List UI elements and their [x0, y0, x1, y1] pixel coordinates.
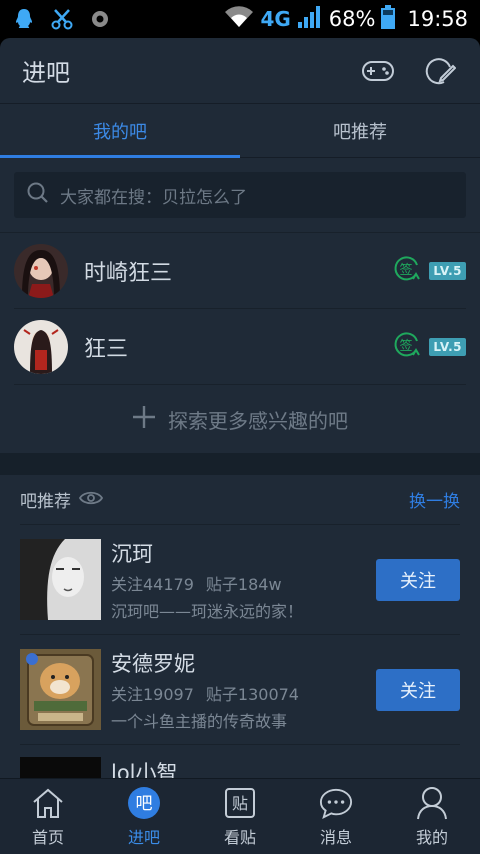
explore-more-button[interactable]: 探索更多感兴趣的吧: [0, 385, 480, 453]
nav-label: 我的: [415, 827, 448, 847]
nav-label: 首页: [31, 827, 64, 847]
list-item[interactable]: 沉珂 关注44179 贴子184w 沉珂吧——珂迷永远的家！ 关注: [20, 525, 460, 635]
bar-name: 时崎狂三: [84, 260, 173, 286]
search-icon: [26, 181, 50, 209]
scissors-icon: [50, 7, 74, 31]
svg-text:签: 签: [400, 338, 413, 354]
follower-count: 关注19097: [111, 684, 194, 704]
nav-label: 看贴: [223, 827, 256, 847]
app-panel: 进吧 我的吧 吧推荐 大家都在搜：贝拉怎么了 时崎狂三 签 LV.5 狂三 签 …: [0, 38, 480, 854]
explore-label: 探索更多感兴趣的吧: [168, 408, 348, 433]
bar-description: 沉珂吧——珂迷永远的家！: [111, 601, 304, 621]
list-item[interactable]: 安德罗妮 关注19097 贴子130074 一个斗鱼主播的传奇故事 关注: [20, 635, 460, 745]
tab-my-bars[interactable]: 我的吧: [0, 104, 240, 157]
svg-text:贴: 贴: [232, 794, 248, 813]
level-badge: LV.5: [429, 261, 466, 280]
follower-count: 关注44179: [111, 574, 194, 594]
bar-name: 安德罗妮: [111, 651, 195, 676]
bar-thumbnail: [20, 649, 101, 730]
network-type: 4G: [260, 7, 291, 31]
bottom-nav: 首页 吧 进吧 贴 看贴 消息 我的: [0, 778, 480, 854]
plus-icon: [132, 405, 156, 434]
recommend-title: 吧推荐: [20, 492, 71, 512]
gamepad-icon[interactable]: [360, 53, 396, 89]
nav-home[interactable]: 首页: [0, 779, 96, 854]
svg-text:吧: 吧: [136, 794, 153, 814]
post-count: 贴子184w: [205, 574, 282, 594]
nav-profile[interactable]: 我的: [384, 779, 480, 854]
post-count: 贴子130074: [205, 684, 299, 704]
bar-thumbnail: [20, 539, 101, 620]
tab-bar: 我的吧 吧推荐: [0, 104, 480, 158]
post-icon: 贴: [223, 786, 257, 820]
refresh-button[interactable]: 换一换: [409, 487, 460, 512]
nav-bar[interactable]: 吧 进吧: [96, 779, 192, 854]
svg-text:签: 签: [400, 262, 413, 278]
message-icon: [319, 786, 353, 820]
list-item[interactable]: 时崎狂三 签 LV.5: [14, 233, 466, 309]
sync-icon: [88, 7, 112, 31]
level-badge: LV.5: [429, 337, 466, 356]
qq-icon: [12, 7, 36, 31]
bar-name: 沉珂: [111, 541, 153, 566]
clock: 19:58: [407, 7, 468, 31]
compose-icon[interactable]: [422, 53, 458, 89]
bar-icon: 吧: [127, 786, 161, 820]
page-title: 进吧: [22, 59, 70, 87]
follow-button[interactable]: 关注: [376, 668, 460, 711]
sign-in-icon[interactable]: 签: [391, 330, 421, 364]
profile-icon: [415, 786, 449, 820]
sign-in-icon[interactable]: 签: [391, 254, 421, 288]
list-item[interactable]: 狂三 签 LV.5: [14, 309, 466, 385]
my-bars-list: 时崎狂三 签 LV.5 狂三 签 LV.5 探索更多感兴趣的吧: [0, 232, 480, 453]
nav-messages[interactable]: 消息: [288, 779, 384, 854]
tab-indicator: [0, 155, 240, 158]
home-icon: [31, 786, 65, 820]
bar-name: 狂三: [84, 336, 129, 362]
app-header: 进吧: [0, 38, 480, 104]
battery-percent: 68%: [328, 7, 376, 31]
bar-description: 一个斗鱼主播的传奇故事: [111, 711, 288, 731]
nav-label: 进吧: [127, 827, 160, 847]
nav-label: 消息: [319, 827, 352, 847]
wifi-icon: [224, 5, 254, 33]
section-divider: [0, 453, 480, 475]
eye-icon[interactable]: [78, 490, 104, 510]
tab-recommend[interactable]: 吧推荐: [240, 104, 480, 157]
search-input[interactable]: 大家都在搜：贝拉怎么了: [14, 172, 466, 218]
avatar: [14, 319, 68, 374]
signal-icon: [297, 5, 323, 34]
recommend-section: 吧推荐 换一换 沉珂 关注44179 贴子184w 沉珂吧——珂迷永远的家！ 关…: [0, 475, 480, 838]
search-placeholder: 大家都在搜：贝拉怎么了: [60, 187, 247, 208]
follow-button[interactable]: 关注: [376, 558, 460, 601]
battery-icon: [381, 4, 396, 34]
avatar: [14, 243, 68, 298]
nav-posts[interactable]: 贴 看贴: [192, 779, 288, 854]
status-bar: 4G 68% 19:58: [0, 0, 480, 38]
